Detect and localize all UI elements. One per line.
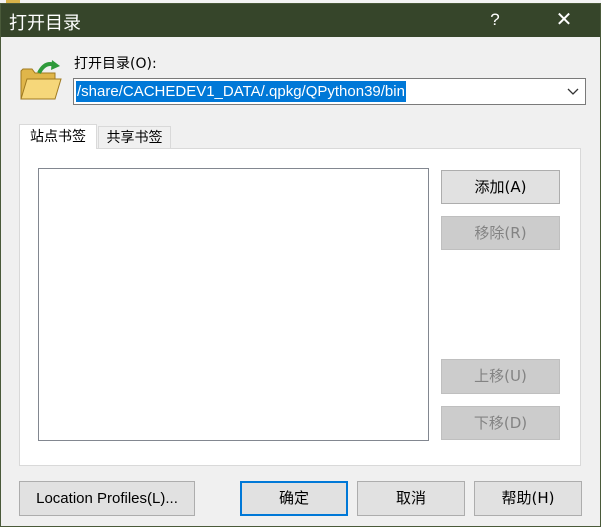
tab-site-bookmarks[interactable]: 站点书签	[19, 124, 97, 149]
chevron-down-icon[interactable]	[565, 82, 581, 101]
help-button[interactable]: 帮助(H)	[474, 481, 582, 516]
remove-button[interactable]: 移除(R)	[441, 216, 560, 250]
move-up-button[interactable]: 上移(U)	[441, 359, 560, 394]
window-title: 打开目录	[9, 13, 81, 34]
tab-shared-bookmarks[interactable]: 共享书签	[98, 126, 171, 149]
open-folder-icon	[19, 59, 65, 103]
cancel-button[interactable]: 取消	[357, 481, 465, 516]
bookmark-list[interactable]	[38, 168, 429, 441]
directory-label: 打开目录(O):	[74, 56, 157, 72]
location-profiles-button[interactable]: Location Profiles(L)...	[19, 481, 195, 516]
close-button[interactable]: ✕	[546, 7, 582, 33]
open-directory-dialog: 打开目录 ? ✕ 打开目录(O): /share/CACHEDEV1_DATA/…	[0, 3, 601, 527]
ok-button[interactable]: 确定	[240, 481, 348, 516]
title-bar[interactable]: 打开目录 ? ✕	[1, 4, 600, 37]
add-button[interactable]: 添加(A)	[441, 170, 560, 204]
move-down-button[interactable]: 下移(D)	[441, 406, 560, 440]
help-title-button[interactable]: ?	[477, 7, 513, 33]
directory-path-value[interactable]: /share/CACHEDEV1_DATA/.qpkg/QPython39/bi…	[76, 81, 406, 102]
directory-path-combobox[interactable]: /share/CACHEDEV1_DATA/.qpkg/QPython39/bi…	[73, 78, 586, 105]
